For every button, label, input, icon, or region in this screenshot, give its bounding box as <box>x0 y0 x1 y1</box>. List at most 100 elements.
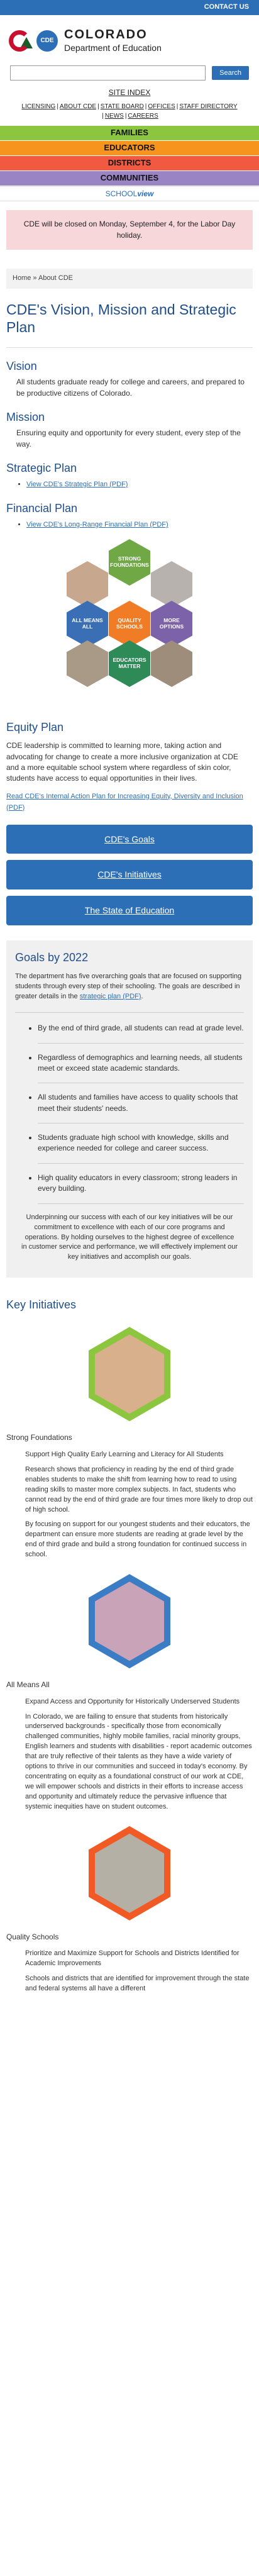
initiative-body: In Colorado, we are failing to ensure th… <box>25 1712 252 1810</box>
utility-link-staff-directory[interactable]: STAFF DIRECTORY <box>179 103 237 110</box>
contact-us-link[interactable]: CONTACT US <box>204 3 249 13</box>
main-content: CDE's Vision, Mission and Strategic Plan… <box>0 301 259 1994</box>
cde-logo[interactable]: CDE <box>9 30 58 52</box>
initiative-subtitle: Support High Quality Early Learning and … <box>25 1450 224 1458</box>
utility-links-row-1: LICENSING | ABOUT CDE | STATE BOARD | OFFICES |… <box>0 102 259 111</box>
utility-link-licensing[interactable]: LICENSING <box>21 103 55 110</box>
initiative-image <box>89 1327 170 1422</box>
goals-heading: Goals by 2022 <box>15 951 89 964</box>
separator: | <box>176 103 179 111</box>
mission-text: Ensuring equity and opportunity for ever… <box>16 428 241 449</box>
initiative-subtitle: Prioritize and Maximize Support for Scho… <box>25 1949 240 1968</box>
schoolview-suffix: view <box>137 189 154 198</box>
hex-photo-bottom-left <box>67 640 108 688</box>
goal-item: Regardless of demographics and learning … <box>38 1052 244 1084</box>
goals-outro: Underpinning our success with each of ou… <box>21 1213 238 1261</box>
breadcrumb-current: About CDE <box>38 274 74 282</box>
goal-item: Students graduate high school with knowl… <box>38 1132 244 1164</box>
vision-text: All students graduate ready for college … <box>16 377 245 398</box>
hex-all-means-all: ALL MEANS ALL <box>67 601 108 648</box>
strategic-plan-link[interactable]: View CDE's Strategic Plan (PDF) <box>26 481 128 488</box>
state-of-education-button[interactable]: The State of Education <box>6 896 253 926</box>
nav-families[interactable]: FAMILIES <box>0 126 259 142</box>
utility-link-careers[interactable]: CAREERS <box>128 113 158 120</box>
strategic-plan-heading: Strategic Plan <box>6 461 77 474</box>
goals-list: By the end of third grade, all students … <box>15 1023 244 1204</box>
separator: | <box>145 103 147 111</box>
goals-panel: Goals by 2022 The department has five ov… <box>6 940 253 1278</box>
goal-item: By the end of third grade, all students … <box>38 1023 244 1044</box>
initiative-body: Research shows that proficiency in readi… <box>25 1465 253 1514</box>
financial-plan-heading: Financial Plan <box>6 501 78 515</box>
list-item: View CDE's Strategic Plan (PDF) <box>26 480 253 490</box>
financial-plan-list: View CDE's Long-Range Financial Plan (PD… <box>6 520 253 530</box>
separator: | <box>124 113 127 120</box>
initiative-photo <box>95 1334 164 1414</box>
goals-strategic-plan-link[interactable]: strategic plan (PDF) <box>80 993 141 1000</box>
hex-photo-top-left <box>67 561 108 608</box>
hex-educators-matter: EDUCATORS MATTER <box>109 640 150 688</box>
logo-text: COLORADO Department of Education <box>64 28 162 54</box>
separator: | <box>97 103 99 111</box>
mission-heading: Mission <box>6 411 45 424</box>
goals-button[interactable]: CDE's Goals <box>6 824 253 854</box>
audience-nav: FAMILIES EDUCATORS DISTRICTS COMMUNITIES… <box>0 126 259 202</box>
search-input[interactable] <box>10 65 206 81</box>
utility-link-state-board[interactable]: STATE BOARD <box>101 103 144 110</box>
nav-districts[interactable]: DISTRICTS <box>0 156 259 172</box>
top-bar: CONTACT US <box>0 0 259 15</box>
breadcrumb: Home » About CDE <box>6 269 253 289</box>
breadcrumb-home[interactable]: Home <box>13 274 31 282</box>
hex-photo-top-right <box>151 561 192 608</box>
initiative-image <box>89 1574 170 1669</box>
list-item: View CDE's Long-Range Financial Plan (PD… <box>26 520 253 530</box>
initiative-title: Strong Foundations <box>6 1433 72 1442</box>
logo-line-department: Department of Education <box>64 43 162 53</box>
goal-item: All students and families have access to… <box>38 1092 244 1124</box>
search-bar: Search <box>0 65 259 81</box>
initiative-photo <box>95 1581 164 1661</box>
initiative-title: All Means All <box>6 1680 50 1690</box>
equity-plan-link[interactable]: Read CDE's Internal Action Plan for Incr… <box>6 793 243 811</box>
breadcrumb-separator: » <box>33 274 37 282</box>
initiative-body: By focusing on support for our youngest … <box>25 1520 250 1559</box>
initiative-all-means-all: All Means All Expand Access and Opportun… <box>6 1574 253 1812</box>
utility-nav: SITE INDEX LICENSING | ABOUT CDE | STATE BOA… <box>0 87 259 121</box>
separator: | <box>102 113 104 120</box>
goals-intro: The department has five overarching goal… <box>15 972 244 1013</box>
goals-intro-end: . <box>141 993 143 1001</box>
financial-plan-link[interactable]: View CDE's Long-Range Financial Plan (PD… <box>26 521 168 528</box>
schoolview-prefix: SCHOOL <box>105 189 138 198</box>
utility-link-offices[interactable]: OFFICES <box>148 103 175 110</box>
vision-heading: Vision <box>6 360 37 373</box>
site-index-link[interactable]: SITE INDEX <box>0 87 259 98</box>
initiative-image <box>89 1826 170 1921</box>
strategic-plan-list: View CDE's Strategic Plan (PDF) <box>6 480 253 490</box>
hex-photo-bottom-right <box>151 640 192 688</box>
initiative-photo <box>95 1833 164 1913</box>
nav-educators[interactable]: EDUCATORS <box>0 141 259 157</box>
equity-link-paragraph: Read CDE's Internal Action Plan for Incr… <box>6 791 253 813</box>
initiative-body: Schools and districts that are identifie… <box>25 1975 250 1993</box>
nav-communities[interactable]: COMMUNITIES <box>0 171 259 187</box>
page-title: CDE's Vision, Mission and Strategic Plan <box>6 301 253 348</box>
initiatives-hex-graphic: STRONG FOUNDATIONS ALL MEANS ALL QUALITY… <box>54 539 205 709</box>
colorado-c-icon <box>9 30 30 52</box>
hex-quality-schools: QUALITY SCHOOLS <box>109 601 150 648</box>
utility-link-news[interactable]: NEWS <box>105 113 124 120</box>
nav-schoolview[interactable]: SCHOOL view <box>0 186 259 202</box>
goal-item: High quality educators in every classroo… <box>38 1173 244 1204</box>
site-header: CDE COLORADO Department of Education <box>0 15 259 64</box>
equity-plan-heading: Equity Plan <box>6 721 64 734</box>
utility-link-about[interactable]: ABOUT CDE <box>60 103 96 110</box>
initiative-subtitle: Expand Access and Opportunity for Histor… <box>25 1697 240 1705</box>
hex-strong-foundations: STRONG FOUNDATIONS <box>109 539 150 586</box>
initiatives-button[interactable]: CDE's Initiatives <box>6 860 253 890</box>
initiative-strong-foundations: Strong Foundations Support High Quality … <box>6 1327 253 1560</box>
initiative-title: Quality Schools <box>6 1932 59 1941</box>
equity-text: CDE leadership is committed to learning … <box>6 741 238 783</box>
search-button[interactable]: Search <box>212 66 249 81</box>
utility-links-row-2: | NEWS | CAREERS <box>0 111 259 121</box>
separator: | <box>57 103 58 111</box>
holiday-alert: CDE will be closed on Monday, September … <box>6 210 253 250</box>
